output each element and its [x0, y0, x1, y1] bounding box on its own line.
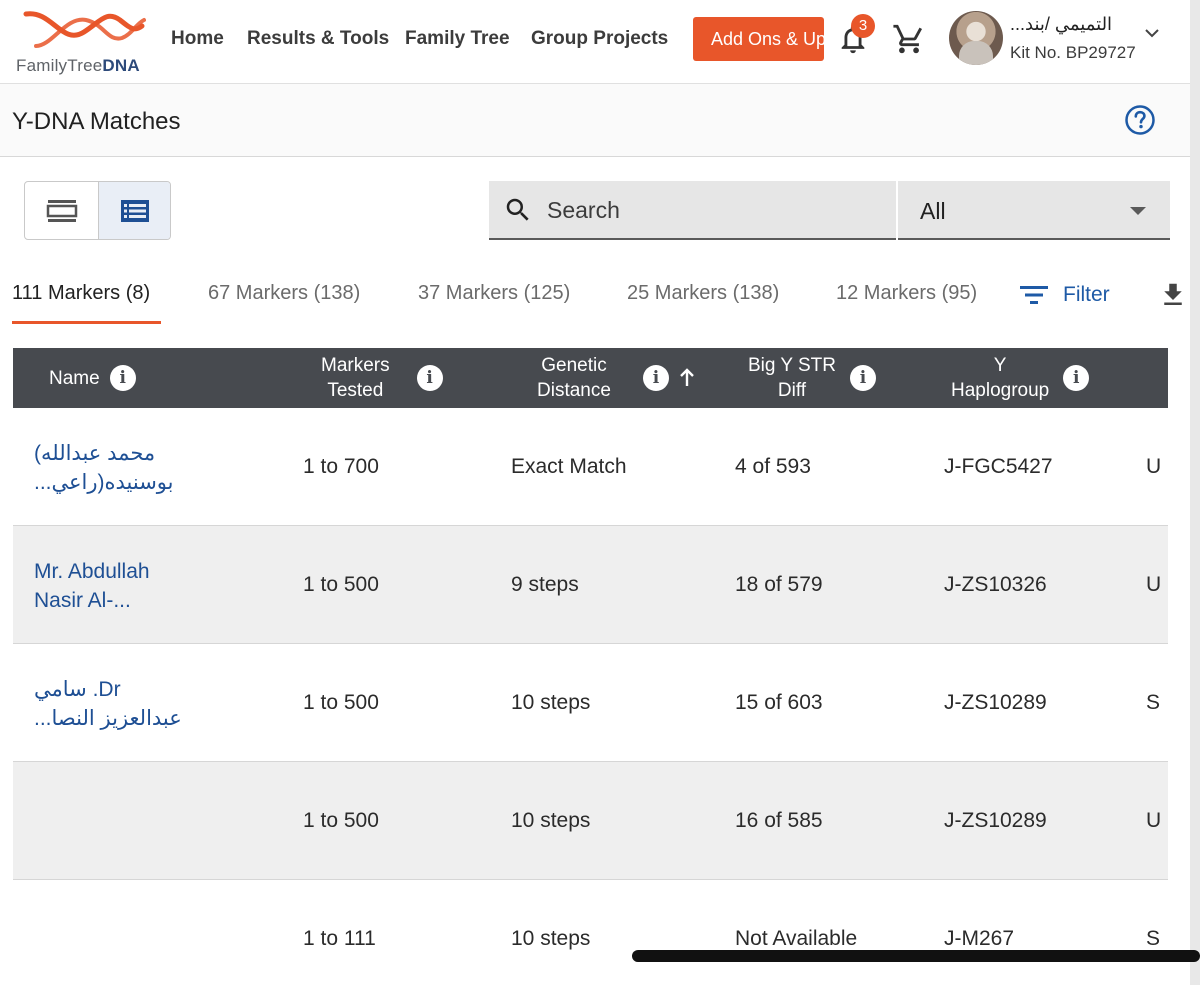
y-haplogroup: J-ZS10289 [944, 809, 1047, 832]
genetic-distance: 10 steps [511, 927, 591, 950]
truncated-column-value: U [1146, 455, 1162, 478]
page-title-bar: Y-DNA Matches [0, 84, 1190, 157]
info-icon[interactable]: i [850, 365, 877, 391]
sort-ascending-arrow-icon[interactable] [679, 368, 695, 388]
genetic-distance: 9 steps [511, 573, 579, 596]
table-row[interactable]: Mr. Abdullah Nasir Al-... 1 to 500 9 step… [13, 526, 1168, 644]
empty-name-cell [13, 880, 288, 985]
truncated-column-value: U [1146, 809, 1162, 832]
add-ons-upgrades-button[interactable]: Add Ons & Upgrades [693, 17, 824, 61]
truncated-column-value: U [1146, 573, 1162, 596]
table-row[interactable]: 1 to 111 10 steps Not Available J-M267 S [13, 880, 1168, 985]
match-name-link[interactable]: Mr. Abdullah Nasir Al-... [34, 557, 194, 615]
filter-icon [1020, 286, 1048, 304]
markers-tested: 1 to 111 [303, 927, 376, 950]
genetic-distance: 10 steps [511, 809, 591, 832]
genetic-distance: Exact Match [511, 455, 627, 478]
dropdown-caret-icon [1130, 207, 1146, 215]
nav-group-projects[interactable]: Group Projects [531, 28, 668, 50]
matches-table: Name i Markers Tested i Genetic Distance i… [13, 348, 1168, 985]
match-name-link[interactable]: Dr. سامي عبدالعزيز النصا... [34, 675, 194, 733]
y-haplogroup: J-M267 [944, 927, 1015, 950]
match-name-link[interactable]: محمد عبدالله) بوسنيده(راعي... [34, 439, 194, 497]
familytreedna-logo[interactable]: FamilyTreeDNA [14, 6, 154, 76]
column-header-name[interactable]: Name i [49, 348, 136, 408]
y-haplogroup: J-ZS10326 [944, 573, 1047, 596]
y-haplogroup: J-ZS10289 [944, 691, 1047, 714]
markers-tested: 1 to 500 [303, 573, 379, 596]
notification-count-badge: 3 [851, 14, 875, 38]
info-icon[interactable]: i [1063, 365, 1090, 391]
column-header-big-y-str-diff[interactable]: Big Y STR Diff i [748, 348, 877, 408]
tab-67-markers[interactable]: 67 Markers (138) [208, 282, 360, 305]
active-tab-indicator [12, 321, 161, 324]
big-y-str-diff: 18 of 579 [735, 573, 823, 596]
table-header: Name i Markers Tested i Genetic Distance i… [13, 348, 1168, 408]
nav-results-tools[interactable]: Results & Tools [247, 28, 389, 50]
list-view-icon [121, 199, 149, 222]
user-avatar[interactable] [949, 11, 1003, 65]
chevron-down-icon[interactable] [1143, 26, 1161, 40]
search-box [489, 181, 896, 240]
user-name[interactable]: التميمي /بند... [1010, 14, 1134, 35]
download-icon[interactable] [1158, 280, 1188, 310]
page-title: Y-DNA Matches [12, 108, 181, 135]
markers-tested: 1 to 500 [303, 809, 379, 832]
truncated-column-value: S [1146, 691, 1161, 714]
nav-home[interactable]: Home [171, 28, 224, 50]
big-y-str-diff: 15 of 603 [735, 691, 823, 714]
column-header-y-haplogroup[interactable]: Y Haplogroup i [951, 348, 1090, 408]
big-y-str-diff: Not Available [735, 927, 858, 950]
top-header: FamilyTreeDNA Home Results & Tools Famil… [0, 0, 1190, 84]
view-toggle [24, 181, 171, 240]
y-haplogroup: J-FGC5427 [944, 455, 1053, 478]
info-icon[interactable]: i [109, 365, 136, 391]
info-icon[interactable]: i [416, 365, 443, 391]
card-view-button[interactable] [25, 182, 98, 239]
select-value: All [920, 198, 946, 224]
search-input[interactable] [547, 193, 877, 227]
truncated-column-value: S [1146, 927, 1161, 950]
match-filter-select[interactable]: All [898, 181, 1170, 240]
tab-111-markers[interactable]: 111 Markers (8) [12, 282, 150, 305]
tab-37-markers[interactable]: 37 Markers (125) [418, 282, 570, 305]
help-question-icon[interactable] [1124, 104, 1156, 136]
horizontal-scrollbar[interactable] [632, 950, 1200, 962]
filter-button[interactable]: Filter [1019, 280, 1110, 310]
kit-number: Kit No. BP29727 [1010, 43, 1136, 62]
big-y-str-diff: 4 of 593 [735, 455, 811, 478]
tab-12-markers[interactable]: 12 Markers (95) [836, 282, 977, 305]
dna-helix-logo-icon [23, 11, 146, 48]
table-row[interactable]: Dr. سامي عبدالعزيز النصا... 1 to 500 10 s… [13, 644, 1168, 762]
info-icon[interactable]: i [642, 365, 669, 391]
markers-tested: 1 to 500 [303, 691, 379, 714]
list-view-button[interactable] [98, 182, 170, 239]
shopping-cart-icon[interactable] [892, 22, 926, 56]
nav-family-tree[interactable]: Family Tree [405, 28, 510, 50]
column-header-genetic-distance[interactable]: Genetic Distance i [537, 348, 695, 408]
markers-tested: 1 to 700 [303, 455, 379, 478]
big-y-str-diff: 16 of 585 [735, 809, 823, 832]
tab-25-markers[interactable]: 25 Markers (138) [627, 282, 779, 305]
table-row[interactable]: 1 to 500 10 steps 16 of 585 J-ZS10289 U [13, 762, 1168, 880]
search-icon [506, 198, 529, 221]
genetic-distance: 10 steps [511, 691, 591, 714]
table-row[interactable]: محمد عبدالله) بوسنيده(راعي... 1 to 700 Ex… [13, 408, 1168, 526]
column-header-markers-tested[interactable]: Markers Tested i [321, 348, 443, 408]
filter-label: Filter [1063, 283, 1110, 306]
page-edge [1190, 0, 1200, 985]
card-view-icon [46, 199, 77, 222]
